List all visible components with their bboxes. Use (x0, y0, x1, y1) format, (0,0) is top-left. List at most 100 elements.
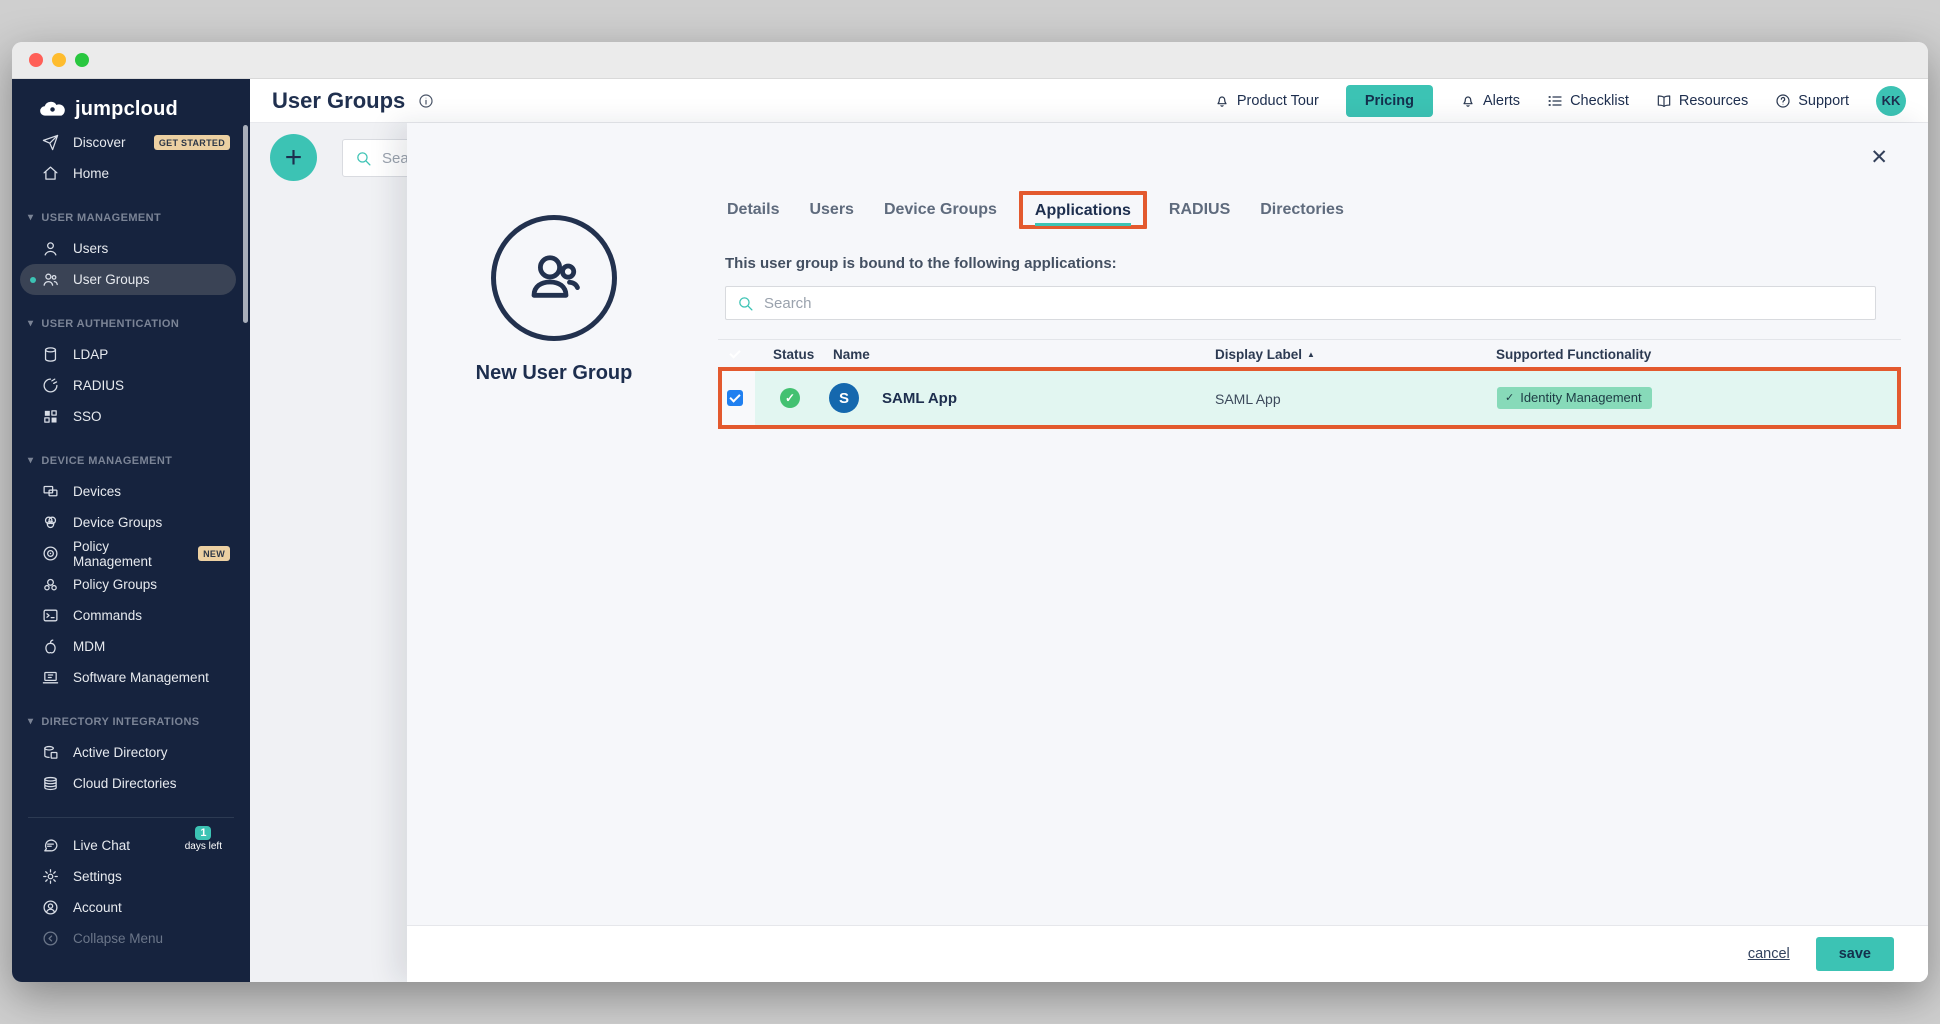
user-group-detail-panel: ✕ New User Group Details Users Device Gr… (407, 123, 1928, 982)
main-area: User Groups Product Tour Pricing Alerts … (250, 79, 1928, 982)
gear-icon (42, 868, 59, 885)
sso-grid-icon (42, 408, 59, 425)
tab-users[interactable]: Users (809, 201, 853, 219)
sidebar-item-software-management[interactable]: Software Management (12, 662, 250, 693)
device-groups-icon (42, 514, 59, 531)
application-row-saml-app[interactable]: S SAML App SAML App Identity Management (718, 367, 1901, 429)
sidebar-item-label: Device Groups (73, 515, 162, 530)
page-title: User Groups (250, 88, 405, 114)
sidebar-item-live-chat[interactable]: Live Chat 1 days left (12, 830, 250, 861)
sidebar-item-policy-groups[interactable]: Policy Groups (12, 569, 250, 600)
help-icon (1775, 93, 1791, 109)
sidebar-item-radius[interactable]: RADIUS (12, 370, 250, 401)
sidebar-item-mdm[interactable]: MDM (12, 631, 250, 662)
sidebar-item-label: SSO (73, 409, 102, 424)
save-button[interactable]: save (1816, 937, 1894, 971)
sidebar-item-label: Account (73, 900, 122, 915)
section-device-management[interactable]: ▾ DEVICE MANAGEMENT (12, 445, 250, 476)
search-icon (737, 295, 754, 312)
sidebar-item-settings[interactable]: Settings (12, 861, 250, 892)
page-header: User Groups Product Tour Pricing Alerts … (250, 79, 1928, 123)
sidebar-item-label: Software Management (73, 670, 209, 685)
info-icon[interactable] (418, 93, 434, 109)
column-name[interactable]: Name (833, 347, 870, 362)
chevron-down-icon: ▾ (28, 212, 33, 223)
sidebar-item-label: MDM (73, 639, 105, 654)
sidebar-item-commands[interactable]: Commands (12, 600, 250, 631)
trial-days-left: 1 days left (185, 826, 222, 852)
column-supported-functionality[interactable]: Supported Functionality (1496, 347, 1651, 362)
collapse-arrow-icon (42, 930, 59, 947)
sidebar-item-label: Users (73, 241, 108, 256)
close-icon[interactable]: ✕ (1870, 145, 1888, 170)
trial-count-badge: 1 (195, 826, 211, 840)
tab-details[interactable]: Details (727, 201, 779, 219)
applications-search-input[interactable] (764, 295, 1674, 312)
app-display-label: SAML App (1215, 391, 1281, 407)
tab-device-groups[interactable]: Device Groups (884, 201, 997, 219)
alerts-button[interactable]: Alerts (1460, 93, 1520, 109)
sidebar-item-users[interactable]: Users (12, 233, 250, 264)
tab-applications[interactable]: Applications (1035, 202, 1131, 226)
bell-icon (1460, 93, 1476, 109)
panel-footer: cancel save (407, 925, 1928, 982)
jumpcloud-logo[interactable]: jumpcloud (12, 91, 250, 127)
sidebar-item-devices[interactable]: Devices (12, 476, 250, 507)
applications-search-box[interactable] (725, 286, 1876, 320)
sidebar-item-cloud-directories[interactable]: Cloud Directories (12, 768, 250, 799)
macos-titlebar (12, 42, 1928, 79)
user-group-icon (522, 246, 586, 310)
sidebar-item-user-groups[interactable]: User Groups (20, 264, 236, 295)
sidebar-item-collapse-menu[interactable]: Collapse Menu (12, 923, 250, 954)
row-checkbox[interactable] (727, 390, 743, 406)
sidebar-item-label: LDAP (73, 347, 108, 362)
maximize-window-button[interactable] (75, 53, 89, 67)
applications-tab-highlight-box: Applications (1019, 191, 1147, 229)
sidebar-item-sso[interactable]: SSO (12, 401, 250, 432)
sidebar-item-account[interactable]: Account (12, 892, 250, 923)
app-avatar: S (829, 383, 859, 413)
checklist-button[interactable]: Checklist (1547, 93, 1629, 109)
chevron-down-icon: ▾ (28, 318, 33, 329)
minimize-window-button[interactable] (52, 53, 66, 67)
tab-directories[interactable]: Directories (1260, 201, 1344, 219)
sidebar-item-label: Policy Management (73, 539, 184, 569)
section-directory-integrations[interactable]: ▾ DIRECTORY INTEGRATIONS (12, 706, 250, 737)
sidebar-divider (28, 817, 234, 818)
home-icon (42, 165, 59, 182)
close-window-button[interactable] (29, 53, 43, 67)
sidebar-item-discover[interactable]: Discover GET STARTED (12, 127, 250, 158)
user-avatar[interactable]: KK (1876, 86, 1906, 116)
devices-icon (42, 483, 59, 500)
support-button[interactable]: Support (1775, 93, 1849, 109)
radius-icon (42, 377, 59, 394)
sidebar-scrollbar[interactable] (243, 125, 248, 323)
sidebar-item-policy-management[interactable]: Policy Management NEW (12, 538, 250, 569)
column-status[interactable]: Status (773, 347, 814, 362)
product-tour-button[interactable]: Product Tour (1214, 93, 1319, 109)
sidebar: jumpcloud Discover GET STARTED Home ▾ US… (12, 79, 250, 982)
sidebar-item-home[interactable]: Home (12, 158, 250, 189)
sidebar-item-label: Active Directory (73, 745, 168, 760)
live-chat-icon (42, 837, 59, 854)
sidebar-item-device-groups[interactable]: Device Groups (12, 507, 250, 538)
resources-button[interactable]: Resources (1656, 93, 1748, 109)
software-management-icon (42, 669, 59, 686)
sort-ascending-icon: ▲ (1307, 350, 1315, 359)
sidebar-item-label: Collapse Menu (73, 931, 163, 946)
section-user-authentication[interactable]: ▾ USER AUTHENTICATION (12, 308, 250, 339)
discover-icon (42, 134, 59, 151)
status-active-icon (780, 388, 800, 408)
sidebar-item-label: Home (73, 166, 109, 181)
add-user-group-button[interactable]: + (270, 134, 317, 181)
cancel-button[interactable]: cancel (1748, 946, 1790, 962)
book-icon (1656, 93, 1672, 109)
chevron-down-icon: ▾ (28, 455, 33, 466)
tab-radius[interactable]: RADIUS (1169, 201, 1230, 219)
logo-wordmark: jumpcloud (75, 98, 178, 121)
sidebar-item-active-directory[interactable]: Active Directory (12, 737, 250, 768)
section-user-management[interactable]: ▾ USER MANAGEMENT (12, 202, 250, 233)
column-display-label[interactable]: Display Label ▲ (1215, 347, 1315, 362)
sidebar-item-ldap[interactable]: LDAP (12, 339, 250, 370)
pricing-button[interactable]: Pricing (1346, 85, 1433, 117)
